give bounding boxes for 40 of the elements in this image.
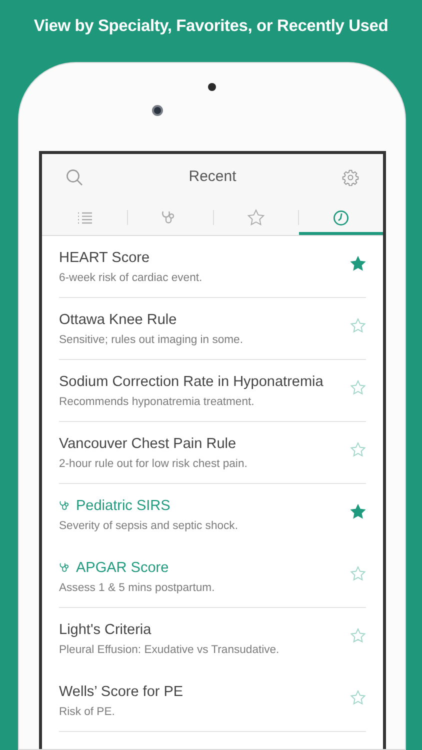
- item-subtitle: 6-week risk of cardiac event.: [59, 270, 202, 286]
- item-subtitle: Assess 1 & 5 mins postpartum.: [59, 580, 215, 596]
- search-icon[interactable]: [66, 168, 83, 186]
- camera-icon: [152, 105, 163, 116]
- item-title: Vancouver Chest Pain Rule: [59, 434, 236, 454]
- list-item[interactable]: Sodium Correction Rate in Hyponatremia Recommends hyponatremia treatment.: [59, 360, 366, 422]
- item-title: Wells’ Score for PE: [59, 682, 184, 702]
- star-icon[interactable]: [350, 504, 366, 519]
- item-title: APGAR Score: [76, 558, 169, 578]
- item-title: Light's Criteria: [59, 620, 152, 640]
- star-icon[interactable]: [350, 256, 366, 271]
- item-subtitle: Recommends hyponatremia treatment.: [59, 394, 254, 410]
- list-item[interactable]: Ottawa Knee Rule Sensitive; rules out imaging in some.: [59, 298, 366, 360]
- settings-icon[interactable]: [342, 168, 359, 186]
- item-subtitle: 2-hour rule out for low risk chest pain.: [59, 456, 248, 472]
- item-title: Sodium Correction Rate in Hyponatremia: [59, 372, 324, 392]
- list-item[interactable]: APGAR Score Assess 1 & 5 mins postpartum.: [59, 546, 366, 608]
- star-icon[interactable]: [350, 442, 366, 457]
- list-item[interactable]: HEART Score 6-week risk of cardiac event.: [59, 236, 366, 298]
- item-subtitle: Pleural Effusion: Exudative vs Transudative.: [59, 642, 280, 658]
- star-icon[interactable]: [350, 566, 366, 581]
- item-title: HEART Score: [59, 248, 150, 268]
- list-item[interactable]: Pediatric SIRS Severity of sepsis and septic shock.: [59, 484, 366, 546]
- star-icon[interactable]: [350, 690, 366, 705]
- star-icon: [246, 209, 265, 226]
- item-subtitle: Sensitive; rules out imaging in some.: [59, 332, 243, 348]
- star-icon[interactable]: [350, 318, 366, 333]
- star-icon[interactable]: [350, 380, 366, 395]
- clock-icon: [332, 210, 349, 226]
- screen-title: Recent: [188, 166, 236, 187]
- item-subtitle: Severity of sepsis and septic shock.: [59, 518, 238, 534]
- list-icon: [76, 210, 93, 224]
- item-title: Ottawa Knee Rule: [59, 310, 177, 330]
- star-icon[interactable]: [350, 628, 366, 643]
- list-item[interactable]: Wells’ Score for PE Risk of PE.: [59, 670, 366, 732]
- list-item[interactable]: Vancouver Chest Pain Rule 2-hour rule out for low risk chest pain.: [59, 422, 366, 484]
- list-item[interactable]: Light's Criteria Pleural Effusion: Exudative vs Transudative.: [59, 608, 366, 670]
- item-title: Pediatric SIRS: [76, 496, 170, 516]
- headline: View by Specialty, Favorites, or Recently Used: [34, 16, 388, 37]
- item-subtitle: Risk of PE.: [59, 704, 115, 720]
